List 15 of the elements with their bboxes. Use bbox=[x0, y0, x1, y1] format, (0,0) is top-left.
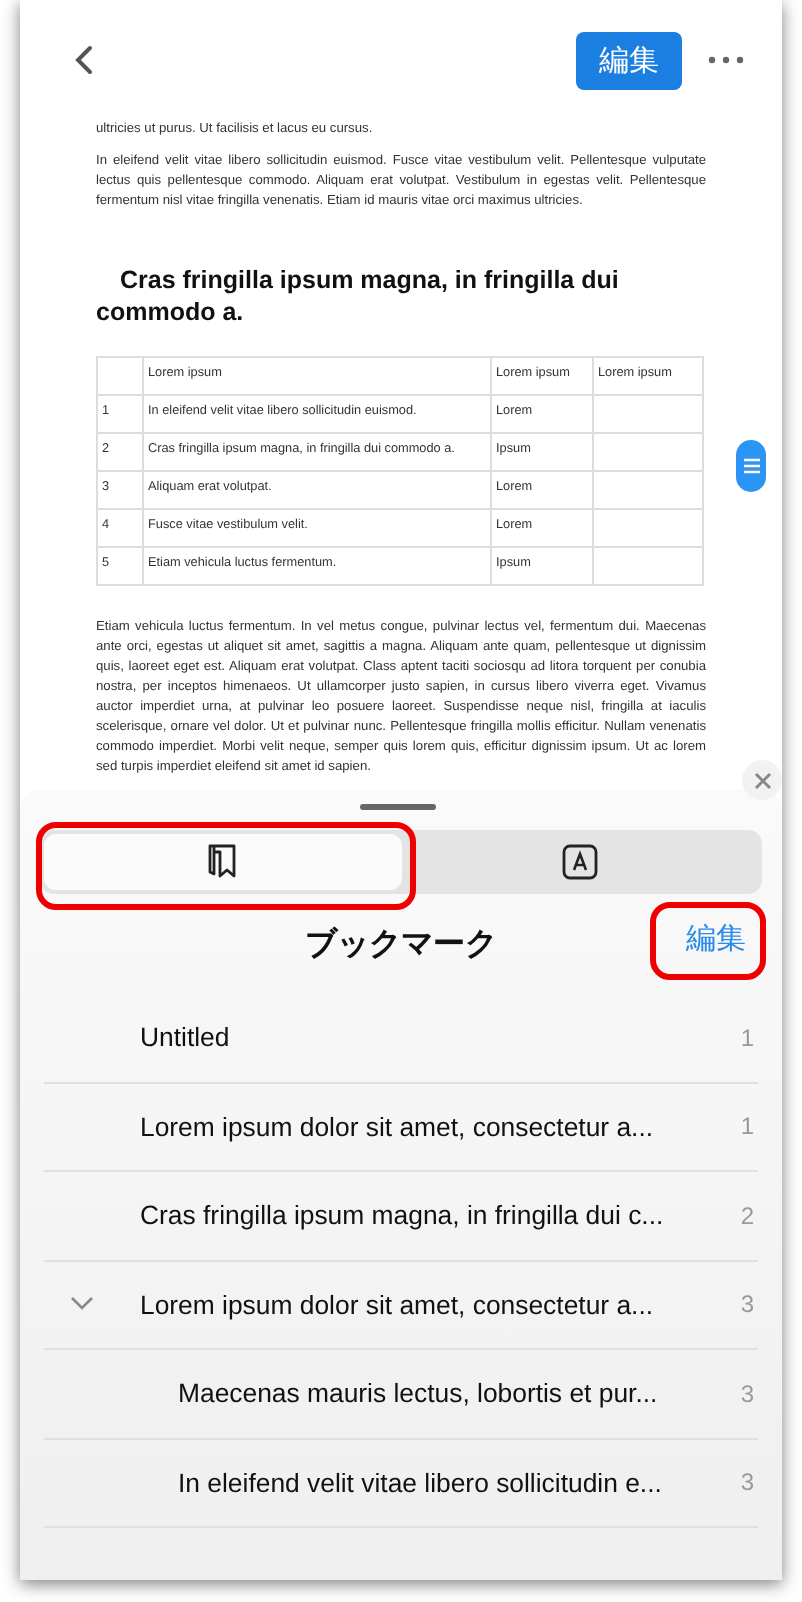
edit-button[interactable]: 編集 bbox=[576, 31, 682, 89]
page-number: 1 bbox=[740, 1023, 754, 1052]
page-number: 2 bbox=[740, 1201, 754, 1230]
page-number: 3 bbox=[740, 1290, 754, 1319]
page-number: 3 bbox=[740, 1468, 754, 1497]
page-number: 1 bbox=[740, 1112, 754, 1141]
bookmark-item[interactable]: Cras fringilla ipsum magna, in fringilla dui c... 2 bbox=[44, 1172, 758, 1261]
bookmark-item[interactable]: In eleifend velit vitae libero sollicitudin e... 3 bbox=[44, 1439, 758, 1528]
bookmark-item[interactable]: Lorem ipsum dolor sit amet, consectetur a... 1 bbox=[44, 1083, 758, 1172]
document-heading: Cras fringilla ipsum magna, in fringilla dui commodo a. bbox=[96, 264, 621, 328]
bookmark-item[interactable]: Untitled 1 bbox=[44, 994, 758, 1083]
bookmark-item[interactable]: Lorem ipsum dolor sit amet, consectetur a... 3 bbox=[44, 1261, 758, 1350]
sheet-title: ブックマーク bbox=[305, 924, 497, 965]
bookmark-item[interactable]: Maecenas mauris lectus, lobortis et pur... 3 bbox=[44, 1350, 758, 1439]
page-number: 3 bbox=[740, 1379, 754, 1408]
